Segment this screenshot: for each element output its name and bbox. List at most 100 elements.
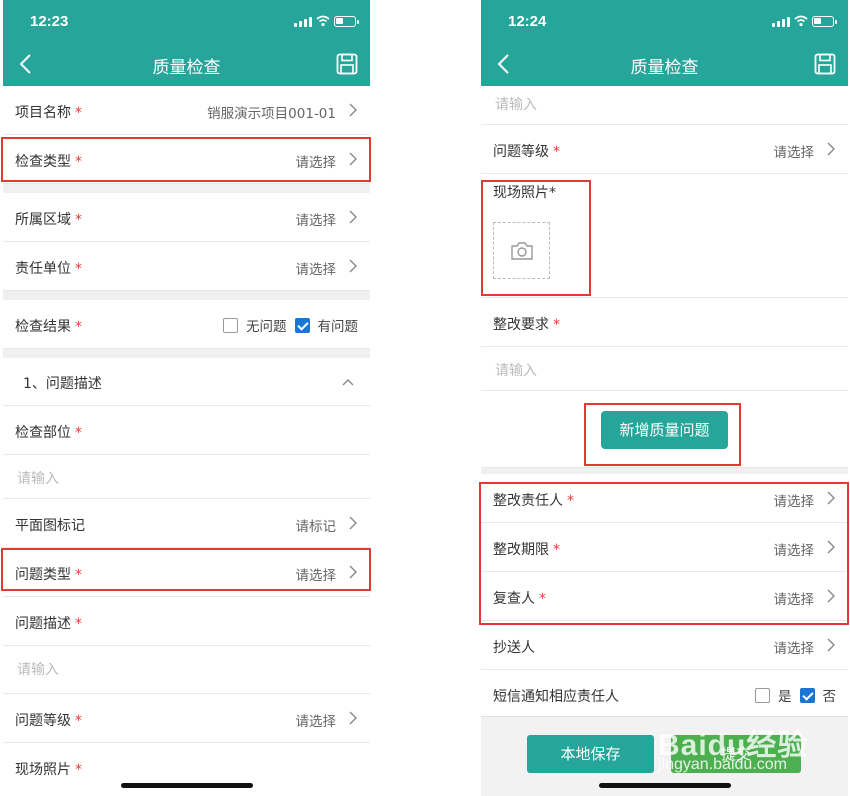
no-issue-label: 无问题	[246, 319, 287, 335]
chevron-right-icon	[349, 565, 357, 579]
cc-row[interactable]: 抄送人 请选择	[481, 621, 848, 670]
rectify-deadline-row[interactable]: 整改期限 * 请选择	[481, 523, 848, 572]
sms-yes-label: 是	[778, 689, 792, 705]
chevron-right-icon	[827, 491, 835, 505]
rectify-req-row: 整改要求 *	[481, 298, 848, 347]
row-value: 请标记	[295, 519, 337, 535]
nav-bar: 质量检查	[3, 42, 370, 86]
save-icon[interactable]	[336, 53, 358, 75]
submit-button[interactable]: 提交	[671, 735, 801, 773]
sms-yes-checkbox[interactable]	[755, 687, 770, 703]
page-title: 质量检查	[152, 58, 221, 78]
form-content: 请输入 问题等级 * 请选择 现场照片* 整改要求 * 请输入 新增质量问题 整改责…	[481, 86, 848, 719]
issue-desc-input[interactable]: 请输入	[3, 646, 370, 694]
issue-level-row[interactable]: 问题等级 * 请选择	[3, 694, 370, 743]
add-quality-issue-button[interactable]: 新增质量问题	[601, 411, 728, 449]
home-indicator	[120, 783, 253, 788]
chevron-right-icon	[349, 103, 357, 117]
row-label: 问题等级 *	[15, 713, 82, 729]
project-name-row[interactable]: 项目名称 * 销服演示项目001-01	[3, 86, 370, 135]
input-placeholder: 请输入	[495, 363, 537, 379]
page-title: 质量检查	[630, 58, 699, 78]
check-part-row: 检查部位 *	[3, 406, 370, 455]
cellular-signal-icon	[294, 17, 312, 27]
row-label: 项目名称 *	[15, 105, 82, 121]
section-divider	[3, 291, 370, 300]
section-divider	[3, 184, 370, 193]
photo-block: 现场照片*	[481, 174, 848, 298]
issue-level-row[interactable]: 问题等级 * 请选择	[481, 125, 848, 174]
reviewer-row[interactable]: 复查人 * 请选择	[481, 572, 848, 621]
chevron-right-icon	[827, 142, 835, 156]
rectify-req-input[interactable]: 请输入	[481, 347, 848, 391]
row-label: 检查类型 *	[15, 154, 82, 170]
sms-no-checkbox[interactable]	[799, 687, 815, 703]
row-label: 检查结果 *	[15, 319, 82, 335]
desc-input-partial[interactable]: 请输入	[481, 86, 848, 125]
input-placeholder: 请输入	[17, 662, 59, 678]
wifi-icon	[316, 15, 330, 27]
row-value: 销服演示项目001-01	[207, 106, 336, 122]
result-options: 无问题 有问题	[223, 315, 358, 335]
check-type-row[interactable]: 检查类型 * 请选择	[3, 135, 370, 184]
chevron-right-icon	[827, 638, 835, 652]
row-label: 检查部位 *	[15, 425, 82, 441]
issue-type-row[interactable]: 问题类型 * 请选择	[3, 548, 370, 597]
battery-icon	[334, 16, 359, 27]
camera-icon	[510, 241, 533, 260]
rectify-person-row[interactable]: 整改责任人 * 请选择	[481, 474, 848, 523]
row-label: 复查人 *	[493, 591, 546, 607]
check-part-input[interactable]: 请输入	[3, 455, 370, 499]
row-label: 平面图标记	[15, 518, 85, 534]
input-placeholder: 请输入	[495, 97, 537, 113]
cellular-signal-icon	[772, 17, 790, 27]
row-label: 整改要求 *	[493, 317, 560, 333]
phone-screen-2: 12:24 质量检查 请输入 问题等级 * 请选择 现场照片* 整改要求 * 请输入	[481, 0, 848, 796]
phone-screen-1: 12:23 质量检查 项目名称 * 销服演示项目001-01 检查类型 * 请选择 …	[3, 0, 370, 796]
sms-options: 是 否	[755, 685, 836, 705]
home-indicator	[598, 783, 731, 788]
sms-notify-row: 短信通知相应责任人 是 否	[481, 670, 848, 719]
chevron-right-icon	[349, 152, 357, 166]
status-bar: 12:23	[3, 0, 370, 42]
issue-desc-row: 问题描述 *	[3, 597, 370, 646]
chevron-right-icon	[349, 711, 357, 725]
row-label: 抄送人	[493, 640, 535, 656]
row-value: 请选择	[295, 714, 337, 730]
area-row[interactable]: 所属区域 * 请选择	[3, 193, 370, 242]
chevron-right-icon	[349, 259, 357, 273]
has-issue-checkbox[interactable]	[294, 317, 310, 333]
row-label: 所属区域 *	[15, 212, 82, 228]
status-bar: 12:24	[481, 0, 848, 42]
row-value: 请选择	[773, 641, 815, 657]
save-icon[interactable]	[814, 53, 836, 75]
row-label: 问题类型 *	[15, 567, 82, 583]
status-time: 12:24	[508, 13, 547, 30]
chevron-right-icon	[349, 210, 357, 224]
add-issue-block: 新增质量问题	[481, 391, 848, 468]
save-local-button[interactable]: 本地保存	[527, 735, 654, 773]
chevron-right-icon	[349, 516, 357, 530]
row-value: 请选择	[295, 568, 337, 584]
row-label: 现场照片*	[15, 762, 82, 778]
row-label: 问题等级 *	[493, 144, 560, 160]
input-placeholder: 请输入	[17, 471, 59, 487]
row-label: 整改责任人 *	[493, 493, 574, 509]
row-value: 请选择	[773, 543, 815, 559]
issue-section-header[interactable]: 1、问题描述	[3, 358, 370, 406]
responsible-unit-row[interactable]: 责任单位 * 请选择	[3, 242, 370, 291]
row-label: 整改期限 *	[493, 542, 560, 558]
row-label: 短信通知相应责任人	[493, 689, 619, 705]
form-content: 项目名称 * 销服演示项目001-01 检查类型 * 请选择 所属区域 * 请选择 责…	[3, 86, 370, 792]
wifi-icon	[794, 15, 808, 27]
battery-icon	[812, 16, 837, 27]
chevron-up-icon[interactable]	[342, 378, 354, 386]
no-issue-checkbox[interactable]	[223, 317, 238, 333]
plan-mark-row[interactable]: 平面图标记 请标记	[3, 499, 370, 548]
row-value: 请选择	[295, 155, 337, 171]
row-value: 请选择	[773, 145, 815, 161]
row-label: 现场照片*	[493, 185, 556, 201]
chevron-right-icon	[827, 540, 835, 554]
add-photo-button[interactable]	[493, 222, 550, 279]
chevron-right-icon	[827, 589, 835, 603]
